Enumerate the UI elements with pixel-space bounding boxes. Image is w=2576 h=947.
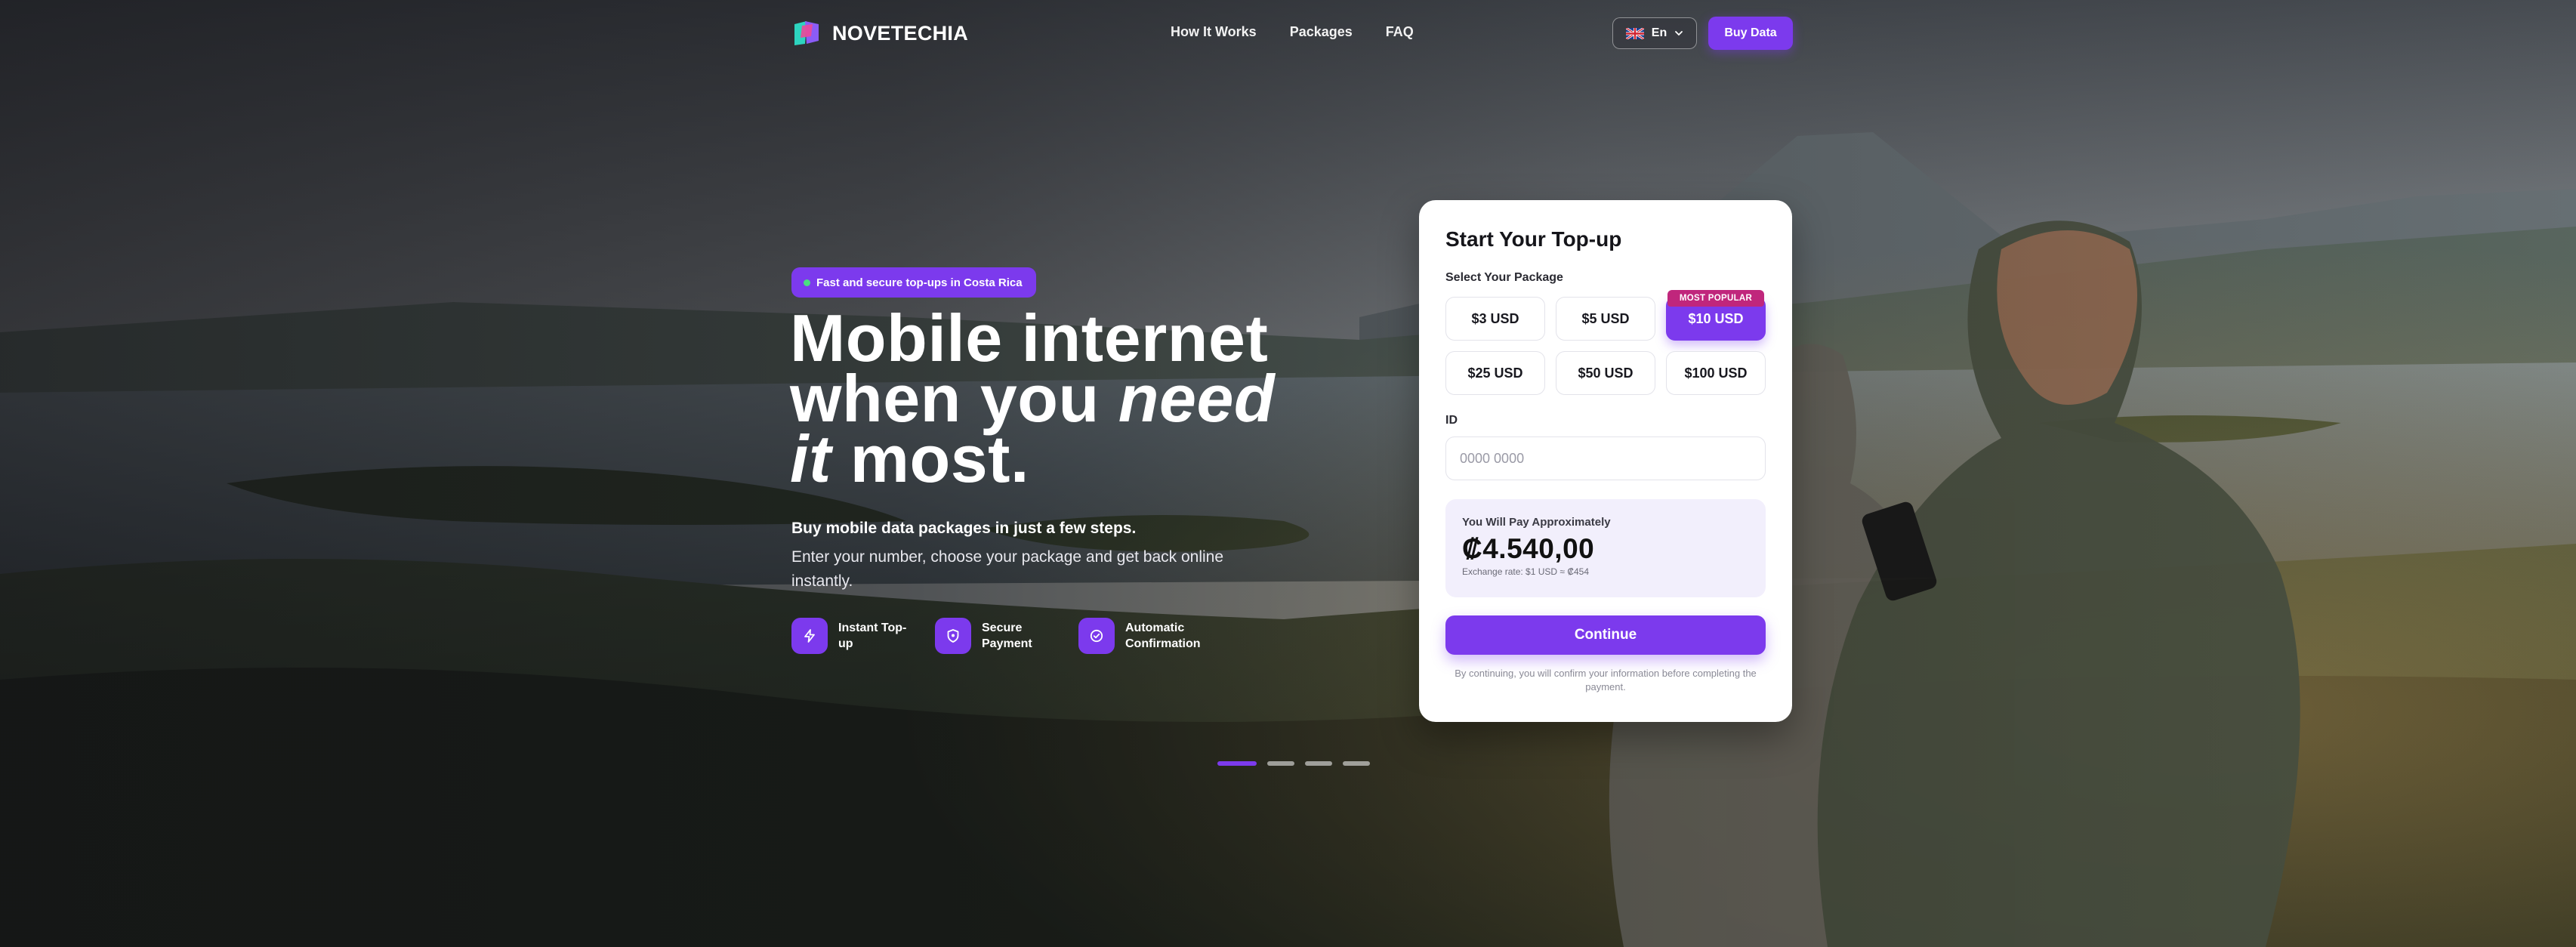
- nav-link-how-it-works[interactable]: How It Works: [1171, 24, 1257, 40]
- package-option-50[interactable]: $50 USD: [1556, 351, 1655, 395]
- package-grid: $3 USD $5 USD MOST POPULAR $10 USD $25 U…: [1445, 290, 1766, 395]
- brand-logo[interactable]: NOVETECHIA: [791, 18, 968, 48]
- feature-instant-topup: Instant Top-up: [791, 618, 908, 654]
- carousel-indicators: [1217, 761, 1370, 766]
- headline-line-3: most.: [831, 421, 1029, 496]
- carousel-dot-2[interactable]: [1267, 761, 1294, 766]
- feature-label: Automatic Confirmation: [1125, 622, 1201, 650]
- main-nav: How It Works Packages FAQ: [1171, 24, 1414, 40]
- feature-secure-payment: Secure Payment: [935, 618, 1051, 654]
- disclaimer-text: By continuing, you will confirm your inf…: [1455, 668, 1757, 693]
- hero-badge: Fast and secure top-ups in Costa Rica: [791, 267, 1036, 298]
- package-option-label: $10 USD: [1688, 310, 1744, 326]
- hero-headline: Mobile internet when you need it most.: [790, 305, 1319, 492]
- nav-link-faq[interactable]: FAQ: [1386, 24, 1414, 40]
- brand-logo-icon: [794, 21, 819, 45]
- shield-icon: [947, 629, 959, 643]
- uk-flag-icon: [1625, 27, 1644, 39]
- feature-list: Instant Top-up Secure Payment Automatic …: [791, 618, 1201, 654]
- exchange-rate: Exchange rate: $1 USD ≈ ₡454: [1462, 566, 1590, 577]
- card-title: Start Your Top-up: [1445, 227, 1622, 251]
- package-option-25[interactable]: $25 USD: [1445, 351, 1545, 395]
- topup-card: Start Your Top-up Select Your Package $3…: [1419, 200, 1792, 722]
- brand-name: NOVETECHIA: [832, 21, 969, 45]
- id-label: ID: [1445, 414, 1458, 427]
- nav-link-packages[interactable]: Packages: [1290, 24, 1353, 40]
- package-option-3[interactable]: $3 USD: [1445, 297, 1545, 341]
- language-code: En: [1651, 26, 1667, 39]
- carousel-dot-3[interactable]: [1305, 761, 1332, 766]
- pay-amount: ₡4.540,00: [1462, 533, 1595, 564]
- status-dot: [804, 279, 810, 286]
- feature-automatic-confirmation: Automatic Confirmation: [1078, 618, 1201, 654]
- site-header: NOVETECHIA How It Works Packages FAQ En …: [0, 0, 2576, 68]
- id-input[interactable]: [1445, 436, 1766, 480]
- package-option-5[interactable]: $5 USD: [1556, 297, 1655, 341]
- carousel-dot-1[interactable]: [1217, 761, 1257, 766]
- hero-subtitle: Enter your number, choose your package a…: [791, 548, 1224, 590]
- chevron-down-icon: [1675, 31, 1683, 36]
- continue-button[interactable]: Continue: [1445, 615, 1766, 655]
- feature-label: Instant Top-up: [838, 622, 907, 650]
- language-selector[interactable]: En: [1612, 17, 1697, 49]
- check-circle-icon: [1090, 629, 1103, 643]
- package-option-10[interactable]: MOST POPULAR $10 USD: [1666, 290, 1766, 341]
- buy-data-button[interactable]: Buy Data: [1708, 17, 1793, 50]
- pay-label: You Will Pay Approximately: [1462, 516, 1611, 529]
- hero-lead: Buy mobile data packages in just a few s…: [791, 520, 1137, 537]
- most-popular-badge: MOST POPULAR: [1667, 290, 1764, 307]
- hero-badge-text: Fast and secure top-ups in Costa Rica: [816, 276, 1023, 289]
- headline-emphasis-need: need: [1118, 361, 1276, 436]
- feature-label: Secure Payment: [982, 622, 1032, 650]
- package-option-100[interactable]: $100 USD: [1666, 351, 1766, 395]
- headline-emphasis-it: it: [790, 421, 831, 496]
- payment-summary: You Will Pay Approximately ₡4.540,00 Exc…: [1445, 499, 1766, 597]
- lightning-icon: [804, 629, 815, 643]
- package-label: Select Your Package: [1445, 271, 1563, 284]
- carousel-dot-4[interactable]: [1343, 761, 1370, 766]
